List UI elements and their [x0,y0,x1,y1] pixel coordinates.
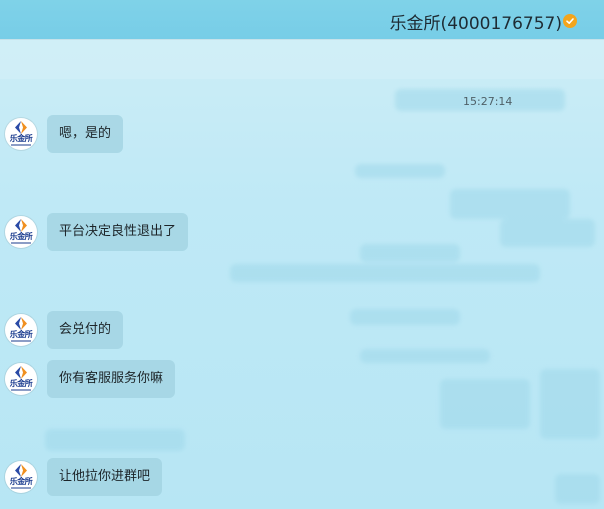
message-row: 乐金所 嗯，是的 [5,114,124,154]
avatar-logo-underline [11,144,31,146]
logo-icon [15,366,27,379]
avatar-logo-underline [11,242,31,244]
message-row: 乐金所 你有客服服务你嘛 [5,359,176,399]
avatar[interactable]: 乐金所 [5,461,37,493]
message-bubble[interactable]: 让他拉你进群吧 [47,458,163,496]
avatar-logo-text: 乐金所 [9,330,33,339]
message-bubble[interactable]: 会兑付的 [47,311,124,349]
logo-icon [15,317,27,330]
avatar[interactable]: 乐金所 [5,314,37,346]
verified-badge-icon [563,14,577,28]
avatar-logo-underline [11,340,31,342]
chat-header: 乐金所(4000176757) [0,0,604,39]
logo-icon [15,121,27,134]
avatar-logo-text: 乐金所 [9,134,33,143]
avatar-logo-text: 乐金所 [9,232,33,241]
avatar-logo-text: 乐金所 [9,477,33,486]
avatar-logo-underline [11,487,31,489]
message-bubble[interactable]: 嗯，是的 [47,115,124,153]
message-row: 乐金所 让他拉你进群吧 [5,457,163,497]
header-banner [0,39,604,79]
chat-title[interactable]: 乐金所(4000176757) [390,9,562,34]
message-row: 乐金所 会兑付的 [5,310,124,350]
avatar[interactable]: 乐金所 [5,216,37,248]
avatar[interactable]: 乐金所 [5,363,37,395]
message-timestamp: 15:27:14 [463,95,513,108]
logo-icon [15,219,27,232]
avatar-logo-underline [11,389,31,391]
message-bubble[interactable]: 你有客服服务你嘛 [47,360,176,398]
avatar[interactable]: 乐金所 [5,118,37,150]
logo-icon [15,464,27,477]
message-bubble[interactable]: 平台决定良性退出了 [47,213,189,251]
message-row: 乐金所 平台决定良性退出了 [5,212,189,252]
avatar-logo-text: 乐金所 [9,379,33,388]
